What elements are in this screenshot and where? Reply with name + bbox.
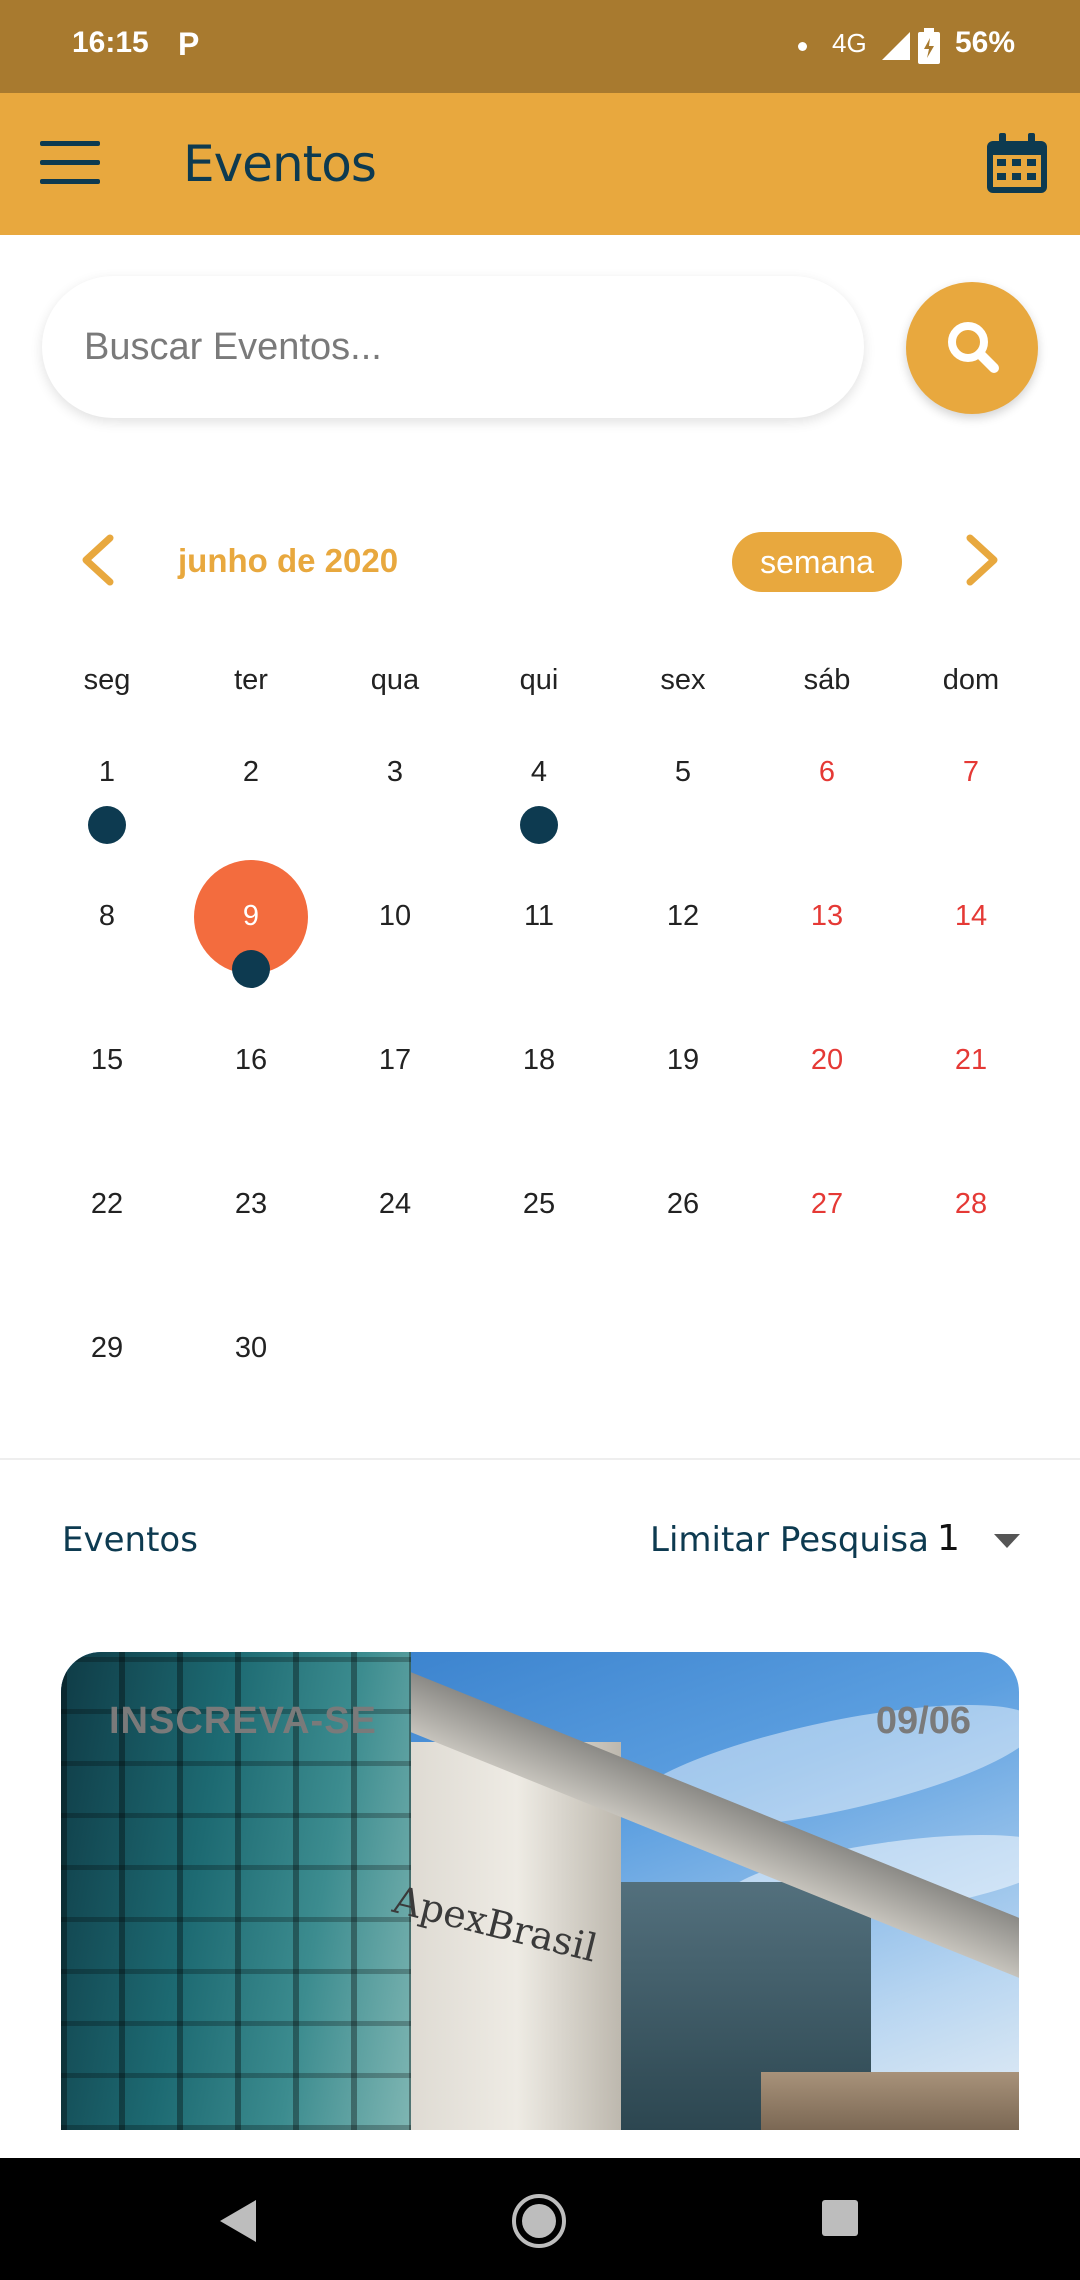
calendar-day[interactable]: 23 [179, 1188, 323, 1221]
recent-apps-icon[interactable] [822, 2200, 858, 2236]
calendar-day[interactable]: 6 [755, 756, 899, 789]
app-bar: Eventos [0, 93, 1080, 235]
calendar-day[interactable]: 24 [323, 1188, 467, 1221]
weekday-label: qua [370, 664, 420, 696]
calendar-day[interactable]: 28 [899, 1188, 1043, 1221]
calendar-day[interactable]: 4 [467, 756, 611, 789]
battery-icon [918, 28, 940, 64]
system-navigation-bar [0, 2158, 1080, 2280]
events-section-title: Eventos [62, 1520, 198, 1560]
weekday-label: seg [83, 664, 131, 696]
event-tag: INSCREVA-SE [109, 1700, 377, 1742]
previous-month-chevron-icon[interactable] [76, 530, 120, 590]
app-notification-icon: P [178, 26, 200, 62]
home-icon[interactable] [510, 2192, 568, 2250]
signal-icon [882, 32, 910, 60]
calendar-day[interactable]: 20 [755, 1044, 899, 1077]
weekday-label: dom [942, 664, 1000, 696]
weekday-label: sex [660, 664, 706, 696]
calendar-day[interactable]: 29 [35, 1332, 179, 1365]
calendar-day[interactable]: 30 [179, 1332, 323, 1365]
calendar-day[interactable]: 5 [611, 756, 755, 789]
calendar-day[interactable]: 7 [899, 756, 1043, 789]
calendar-day[interactable]: 17 [323, 1044, 467, 1077]
weekday-label: ter [234, 664, 268, 696]
month-label: junho de 2020 [178, 542, 399, 579]
calendar-day[interactable]: 19 [611, 1044, 755, 1077]
status-time: 16:15 [72, 26, 149, 59]
dropdown-caret-icon[interactable] [994, 1534, 1020, 1548]
calendar-day[interactable]: 22 [35, 1188, 179, 1221]
calendar-day[interactable]: 10 [323, 900, 467, 933]
calendar-day[interactable]: 21 [899, 1044, 1043, 1077]
calendar-day[interactable]: 14 [899, 900, 1043, 933]
search-button[interactable] [906, 282, 1038, 414]
calendar-day[interactable]: 1 [35, 756, 179, 789]
limit-search-label: Limitar Pesquisa [650, 1520, 929, 1560]
event-indicator-dot [88, 806, 126, 844]
calendar-day[interactable]: 15 [35, 1044, 179, 1077]
network-type: 4G [832, 28, 867, 58]
section-divider [0, 1458, 1080, 1460]
calendar-day[interactable]: 8 [35, 900, 179, 933]
weekday-label: qui [519, 664, 559, 696]
search-icon [948, 322, 999, 373]
status-bar: 16:15 P 4G 56% [0, 0, 1080, 93]
battery-percentage: 56% [955, 26, 1016, 59]
next-month-chevron-icon[interactable] [960, 530, 1004, 590]
page-title: Eventos [183, 135, 377, 193]
hamburger-menu-icon[interactable] [40, 139, 102, 189]
calendar-day[interactable]: 9 [179, 900, 323, 933]
event-indicator-dot [520, 806, 558, 844]
calendar-day[interactable]: 2 [179, 756, 323, 789]
event-indicator-dot [232, 950, 270, 988]
week-view-button[interactable]: semana [732, 532, 902, 592]
weekday-label: sáb [803, 664, 851, 696]
event-card[interactable]: ApexBrasil INSCREVA-SE 09/06 [61, 1652, 1019, 2130]
calendar-day[interactable]: 25 [467, 1188, 611, 1221]
calendar-day[interactable]: 27 [755, 1188, 899, 1221]
calendar-day[interactable]: 11 [467, 900, 611, 933]
calendar-day[interactable]: 26 [611, 1188, 755, 1221]
calendar-day[interactable]: 12 [611, 900, 755, 933]
calendar-day[interactable]: 3 [323, 756, 467, 789]
search-input[interactable] [82, 316, 826, 378]
notification-dot-icon [798, 42, 807, 51]
limit-search-select[interactable]: 1 [937, 1518, 960, 1559]
calendar-day[interactable]: 16 [179, 1044, 323, 1077]
calendar-icon[interactable] [985, 133, 1049, 195]
calendar-day[interactable]: 13 [755, 900, 899, 933]
calendar-day[interactable]: 18 [467, 1044, 611, 1077]
search-field [42, 276, 864, 418]
event-date: 09/06 [875, 1700, 971, 1742]
back-icon[interactable] [218, 2198, 258, 2244]
